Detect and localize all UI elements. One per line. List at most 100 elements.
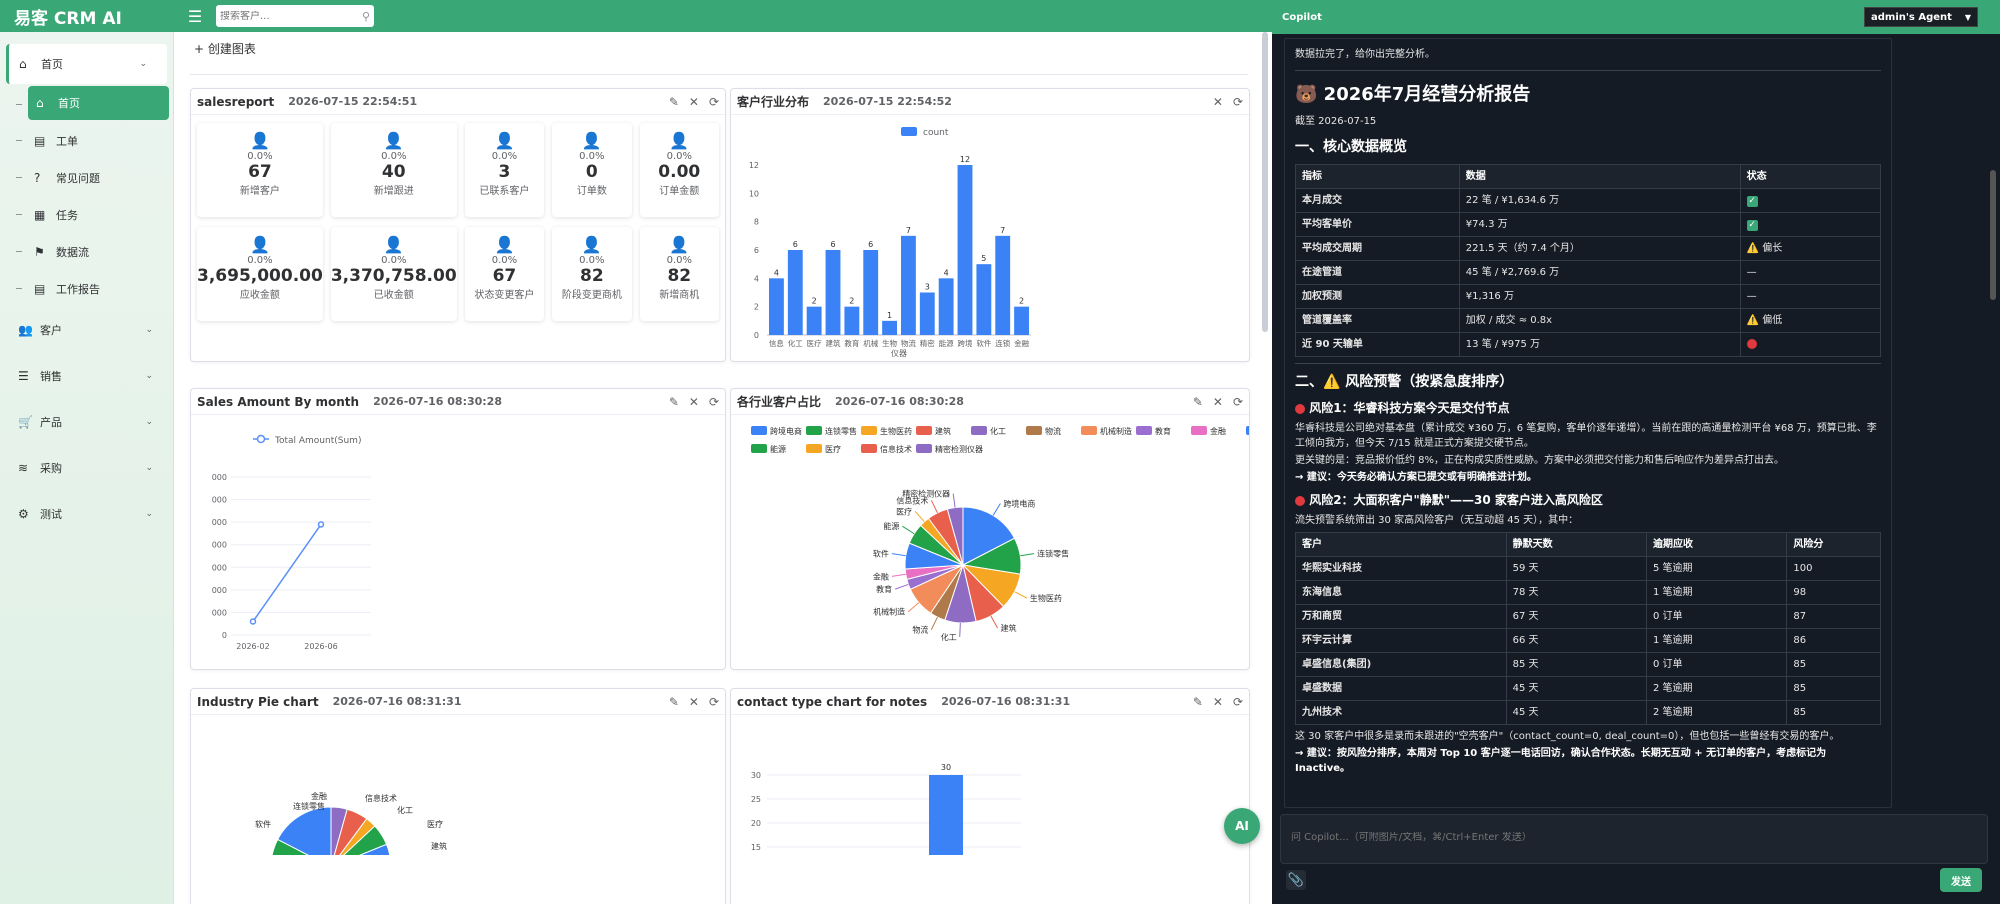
sidebar-item[interactable]: ☰ 销售 ⌄	[0, 353, 173, 399]
close-icon[interactable]: ✕	[1213, 695, 1223, 709]
sidebar-item-label: 产品	[40, 416, 62, 429]
card-header: Sales Amount By month 2026-07-16 08:30:2…	[191, 389, 725, 415]
paperclip-icon[interactable]: 📎	[1286, 870, 1306, 890]
table-cell: 2 笔逾期	[1645, 700, 1788, 725]
x-tick-label: 连锁	[995, 338, 1010, 348]
ai-assistant-button[interactable]: AI	[1224, 808, 1260, 844]
edit-icon[interactable]: ✎	[1193, 695, 1203, 709]
sidebar-item[interactable]: ▦ 任务	[0, 196, 173, 233]
sidebar-item[interactable]: ⚙ 测试 ⌄	[0, 491, 173, 537]
refresh-icon[interactable]: ⟳	[1233, 695, 1243, 709]
bar-value-label: 1	[887, 311, 892, 320]
main-scrollbar[interactable]	[1262, 32, 1268, 332]
table-cell: ¥1,316 万	[1458, 284, 1741, 309]
status-text: ⚠️ 偏低	[1746, 315, 1783, 326]
table-header: 指标	[1295, 164, 1460, 189]
divider	[1295, 363, 1881, 364]
pie-slice-label: 化工	[941, 632, 957, 642]
close-icon[interactable]: ✕	[689, 95, 699, 109]
edit-icon[interactable]: ✎	[1193, 395, 1203, 409]
table-cell: 13 笔 / ¥975 万	[1458, 332, 1741, 357]
refresh-icon[interactable]: ⟳	[709, 95, 719, 109]
sidebar-item-label: 首页	[58, 97, 80, 110]
bar-value-label: 2	[812, 297, 817, 306]
stat-label: 应收金额	[239, 290, 280, 301]
refresh-icon[interactable]: ⟳	[1233, 395, 1243, 409]
legend-marker	[256, 434, 266, 444]
table-cell: 45 天	[1505, 676, 1647, 701]
table-cell: 本月成交	[1295, 188, 1460, 213]
bar-value-label: 5	[981, 254, 986, 263]
close-icon[interactable]: ✕	[1213, 395, 1223, 409]
refresh-icon[interactable]: ⟳	[1233, 95, 1243, 109]
card-timestamp: 2026-07-16 08:31:31	[332, 695, 462, 708]
table-row: 本月成交 22 笔 / ¥1,634.6 万 ✓	[1295, 188, 1882, 213]
sidebar-item[interactable]: ▤ 工单	[0, 122, 173, 159]
status-text: ⚠️ 偏长	[1746, 243, 1783, 254]
chevron-down-icon: ⌄	[145, 325, 153, 335]
send-button[interactable]: 发送	[1940, 868, 1982, 892]
close-icon[interactable]: ✕	[1213, 95, 1223, 109]
sidebar-item[interactable]: ▤ 工作报告	[0, 270, 173, 307]
chevron-down-icon: ⌄	[139, 59, 147, 69]
x-tick-label: 信息	[769, 338, 784, 348]
bar-value-label: 12	[960, 155, 970, 164]
industry-bar-card: 客户行业分布 2026-07-15 22:54:52 ✕ ⟳ count 0 2 4 6 8…	[730, 88, 1250, 362]
copilot-scrollbar[interactable]	[1990, 170, 1996, 300]
sidebar-item[interactable]: ≋ 采购 ⌄	[0, 445, 173, 491]
y-tick-label: 25	[751, 795, 761, 804]
pie-leader-line	[992, 503, 1001, 516]
bar	[957, 165, 973, 335]
table-cell: 平均客单价	[1295, 212, 1460, 237]
risk-paragraph: 更关键的是：竞品报价低约 8%，正在构成实质性威胁。方案中必须把交付能力和售后响…	[1295, 455, 1785, 466]
pie-leader-line	[914, 510, 925, 523]
red-dot-icon	[1295, 403, 1305, 414]
sidebar-item[interactable]: 👥 客户 ⌄	[0, 307, 173, 353]
refresh-icon[interactable]: ⟳	[709, 395, 719, 409]
bar-value-label: 2	[849, 297, 854, 306]
risk-title: 风险2：大面积客户"静默"——30 家客户进入高风险区	[1309, 493, 1603, 507]
refresh-icon[interactable]: ⟳	[709, 695, 719, 709]
legend-label: 机械制造	[1100, 426, 1132, 436]
card-tools: ✕ ⟳	[1213, 95, 1243, 109]
edit-icon[interactable]: ✎	[669, 695, 679, 709]
sidebar-item[interactable]: ⌂ 首页 ⌄	[6, 44, 167, 84]
close-icon[interactable]: ✕	[689, 695, 699, 709]
agent-select[interactable]: admin's Agent ▼	[1864, 7, 1978, 27]
copilot-panel: Copilot admin's Agent ▼ 数据拉完了，给你出完整分析。 🐻 …	[1272, 0, 2000, 904]
stat-grid: 👤 0.0% 67 新增客户 👤 0.0% 40 新增跟进 👤 0.0% 3 已联系客户 👤 0.0% 0 订…	[191, 115, 725, 329]
card-tools: ✎ ✕ ⟳	[669, 695, 719, 709]
edit-icon[interactable]: ✎	[669, 395, 679, 409]
y-tick-label: 8	[754, 218, 759, 227]
chevron-down-icon: ⌄	[145, 417, 153, 427]
y-tick-label: 000	[212, 586, 227, 595]
create-chart-button[interactable]: + 创建图表	[194, 40, 256, 57]
legend-swatch	[751, 426, 767, 435]
search-input[interactable]	[220, 10, 362, 22]
bar-value-label: 7	[1000, 226, 1005, 235]
legend-label: 信息技术	[880, 444, 912, 454]
bar	[787, 250, 803, 335]
sidebar-item[interactable]: ⌂ 首页	[16, 86, 169, 120]
legend-label: 跨境电商	[770, 426, 802, 436]
copilot-input[interactable]	[1291, 832, 1977, 843]
y-tick-label: 000	[212, 473, 227, 482]
close-icon[interactable]: ✕	[689, 395, 699, 409]
sidebar-item-label: 销售	[40, 370, 62, 383]
menu-toggle-icon[interactable]: ☰	[184, 7, 206, 26]
y-tick-label: 2	[754, 303, 759, 312]
table-cell-status: ⚠️ 偏长	[1739, 236, 1882, 261]
edit-icon[interactable]: ✎	[669, 95, 679, 109]
table-row: 加权预测 ¥1,316 万 —	[1295, 284, 1882, 309]
table-cell: 5 笔逾期	[1645, 556, 1788, 581]
bar-value-label: 4	[944, 268, 949, 277]
sidebar-item[interactable]: ? 常见问题	[0, 159, 173, 196]
legend-label: 化工	[990, 426, 1006, 436]
x-tick-label: 生物	[882, 338, 897, 348]
user-add-icon: 👤	[494, 235, 515, 254]
sidebar-item[interactable]: 🛒 产品 ⌄	[0, 399, 173, 445]
search-icon[interactable]: ⚲	[362, 10, 370, 23]
sidebar-item[interactable]: ⚑ 数据流	[0, 233, 173, 270]
stat-label: 新增客户	[239, 186, 280, 197]
stat-percent: 0.0%	[579, 151, 605, 162]
